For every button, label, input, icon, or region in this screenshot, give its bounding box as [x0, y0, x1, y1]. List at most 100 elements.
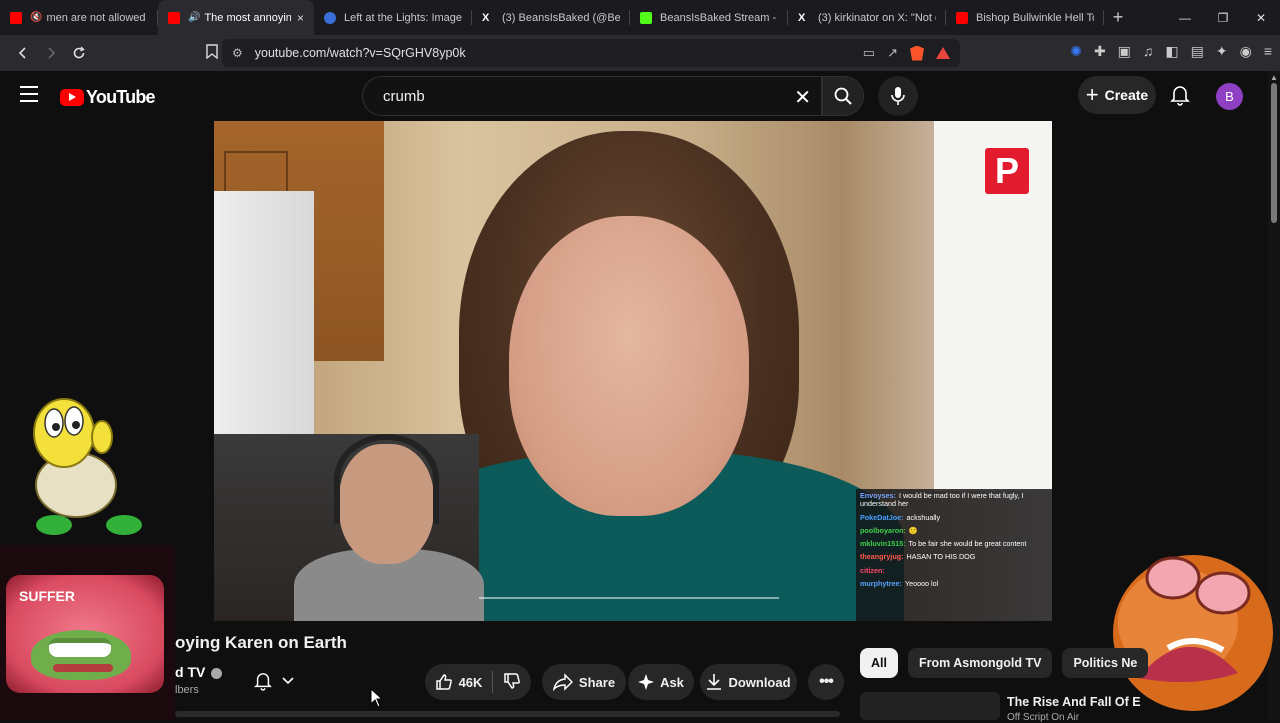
speaker-face [509, 216, 749, 516]
divider [492, 671, 494, 693]
back-button[interactable] [10, 40, 36, 66]
like-button[interactable]: 46K [435, 673, 483, 691]
video-player[interactable]: P Envoyses: I would be mad too if I were … [214, 121, 1052, 621]
channel-watermark-logo: P [985, 148, 1029, 194]
close-tab-icon[interactable]: × [297, 11, 304, 25]
vpn-icon[interactable]: ◉ [1240, 43, 1252, 60]
voice-search-button[interactable] [878, 76, 918, 116]
verified-badge-icon [211, 667, 223, 679]
scroll-up-icon[interactable]: ▲ [1270, 73, 1278, 82]
x-favicon-icon: X [482, 11, 490, 24]
bell-icon [254, 673, 272, 691]
suffer-emote: SUFFER [0, 545, 175, 720]
site-settings-icon[interactable]: ⚙ [232, 46, 243, 60]
muted-speaker-icon[interactable]: 🔇 [30, 12, 42, 23]
music-icon[interactable]: ♫ [1143, 43, 1154, 60]
create-button[interactable]: + Create [1078, 76, 1156, 114]
download-button[interactable]: Download [700, 664, 797, 700]
description-box-edge [175, 711, 840, 717]
chevron-down-icon [282, 677, 294, 685]
recommended-thumbnail[interactable] [860, 692, 1000, 720]
recommended-channel[interactable]: Off Script On Air [1007, 712, 1079, 723]
kick-favicon-icon [640, 11, 652, 24]
reload-button[interactable] [66, 40, 92, 66]
avatar[interactable]: B [1216, 83, 1243, 110]
ask-button[interactable]: Ask [628, 664, 694, 700]
guide-menu-icon[interactable] [20, 86, 38, 107]
video-progress-bar[interactable] [479, 597, 779, 599]
clear-search-icon[interactable]: ✕ [794, 85, 811, 110]
browser-tab[interactable]: 🔇 men are not allowed t [0, 0, 158, 35]
subscription-notifications[interactable] [254, 671, 294, 691]
youtube-logo-text: YouTube [86, 87, 156, 107]
new-tab-button[interactable]: + [1104, 7, 1132, 28]
search-icon [834, 87, 852, 105]
x-favicon-icon: X [798, 11, 806, 24]
youtube-header: YouTube crumb ✕ + Create B [0, 71, 1280, 121]
chip-all[interactable]: All [860, 648, 898, 678]
forward-button[interactable] [38, 40, 64, 66]
chat-message: citizen: [860, 565, 885, 575]
related-filter-chips: All From Asmongold TV Politics Ne [860, 648, 1149, 678]
chat-message: murphytree: Yeoooo lol [860, 578, 939, 588]
speaker-icon[interactable]: 🔊 [188, 12, 200, 23]
chip-from-channel[interactable]: From Asmongold TV [907, 648, 1053, 678]
minimize-button[interactable]: — [1166, 0, 1204, 35]
url-text[interactable]: youtube.com/watch?v=SQrGHV8yp0k [255, 46, 466, 60]
tab-title: men are not allowed t [46, 11, 148, 24]
brave-rewards-icon[interactable] [936, 47, 950, 59]
notifications-button[interactable] [1170, 84, 1190, 111]
download-label: Download [728, 674, 791, 690]
wallet-icon[interactable]: ▤ [1191, 43, 1204, 60]
channel-name[interactable]: d TV [175, 664, 223, 680]
share-button[interactable]: Share [542, 664, 626, 700]
puzzle-icon[interactable]: ✚ [1094, 43, 1106, 60]
share-page-icon[interactable]: ↗ [887, 45, 898, 61]
address-bar[interactable]: ⚙ youtube.com/watch?v=SQrGHV8yp0k ▭ ↗ [222, 39, 960, 67]
share-icon [552, 673, 573, 691]
address-bar-actions: ▭ ↗ [863, 45, 950, 61]
browser-tab[interactable]: Left at the Lights: Image [314, 0, 472, 35]
browser-tab[interactable]: X (3) kirkinator on X: "Not o [788, 0, 946, 35]
search-button[interactable] [822, 76, 864, 116]
cast-icon[interactable]: ▭ [863, 45, 875, 61]
share-label: Share [578, 674, 616, 690]
screenshot-icon[interactable]: ▣ [1118, 43, 1131, 60]
plus-icon: + [1085, 82, 1099, 107]
search-input[interactable]: crumb ✕ [362, 76, 822, 116]
tab-title: (3) BeansIsBaked (@Beans [502, 11, 620, 24]
browser-tab[interactable]: Bishop Bullwinkle Hell To [946, 0, 1104, 35]
download-icon [707, 674, 722, 690]
bookmark-button[interactable] [206, 44, 218, 62]
sparkle-icon [638, 674, 655, 690]
recommended-title[interactable]: The Rise And Fall Of E [1007, 695, 1141, 709]
restore-button[interactable]: ❐ [1204, 0, 1242, 35]
sidebar-icon[interactable]: ◧ [1165, 43, 1178, 60]
like-dislike-group: 46K [425, 664, 531, 700]
search-value[interactable]: crumb [383, 88, 425, 105]
tv-frame: SUFFER [6, 575, 164, 693]
browser-tab[interactable]: BeansIsBaked Stream - W [630, 0, 788, 35]
brave-shields-icon[interactable] [910, 45, 924, 61]
browser-tab[interactable]: X (3) BeansIsBaked (@Beans [472, 0, 630, 35]
browser-toolbar: ⚙ youtube.com/watch?v=SQrGHV8yp0k ▭ ↗ ✺ … [0, 35, 1280, 71]
more-actions-button[interactable]: ••• [808, 664, 844, 700]
tab-title: Left at the Lights: Image [344, 11, 462, 24]
browser-tab-active[interactable]: 🔊 The most annoying × [158, 0, 314, 35]
youtube-favicon-icon [168, 11, 180, 24]
chat-message: PokeDatJoe: ackshually [860, 512, 941, 522]
refrigerator [214, 191, 314, 441]
youtube-favicon-icon [956, 11, 968, 24]
wordpress-favicon-icon [324, 11, 336, 24]
like-count: 46K [458, 674, 483, 690]
angry-potato-emote [1113, 555, 1273, 711]
thumbs-up-icon [435, 674, 452, 690]
dislike-button[interactable] [503, 672, 521, 693]
youtube-logo[interactable]: YouTube [60, 87, 156, 108]
menu-icon[interactable]: ≡ [1264, 43, 1272, 60]
close-window-button[interactable]: ✕ [1242, 0, 1280, 35]
extension-icon[interactable]: ✺ [1070, 43, 1082, 60]
leo-ai-icon[interactable]: ✦ [1216, 43, 1228, 60]
scrollbar-thumb[interactable] [1271, 83, 1277, 223]
chip-politics[interactable]: Politics Ne [1062, 648, 1149, 678]
